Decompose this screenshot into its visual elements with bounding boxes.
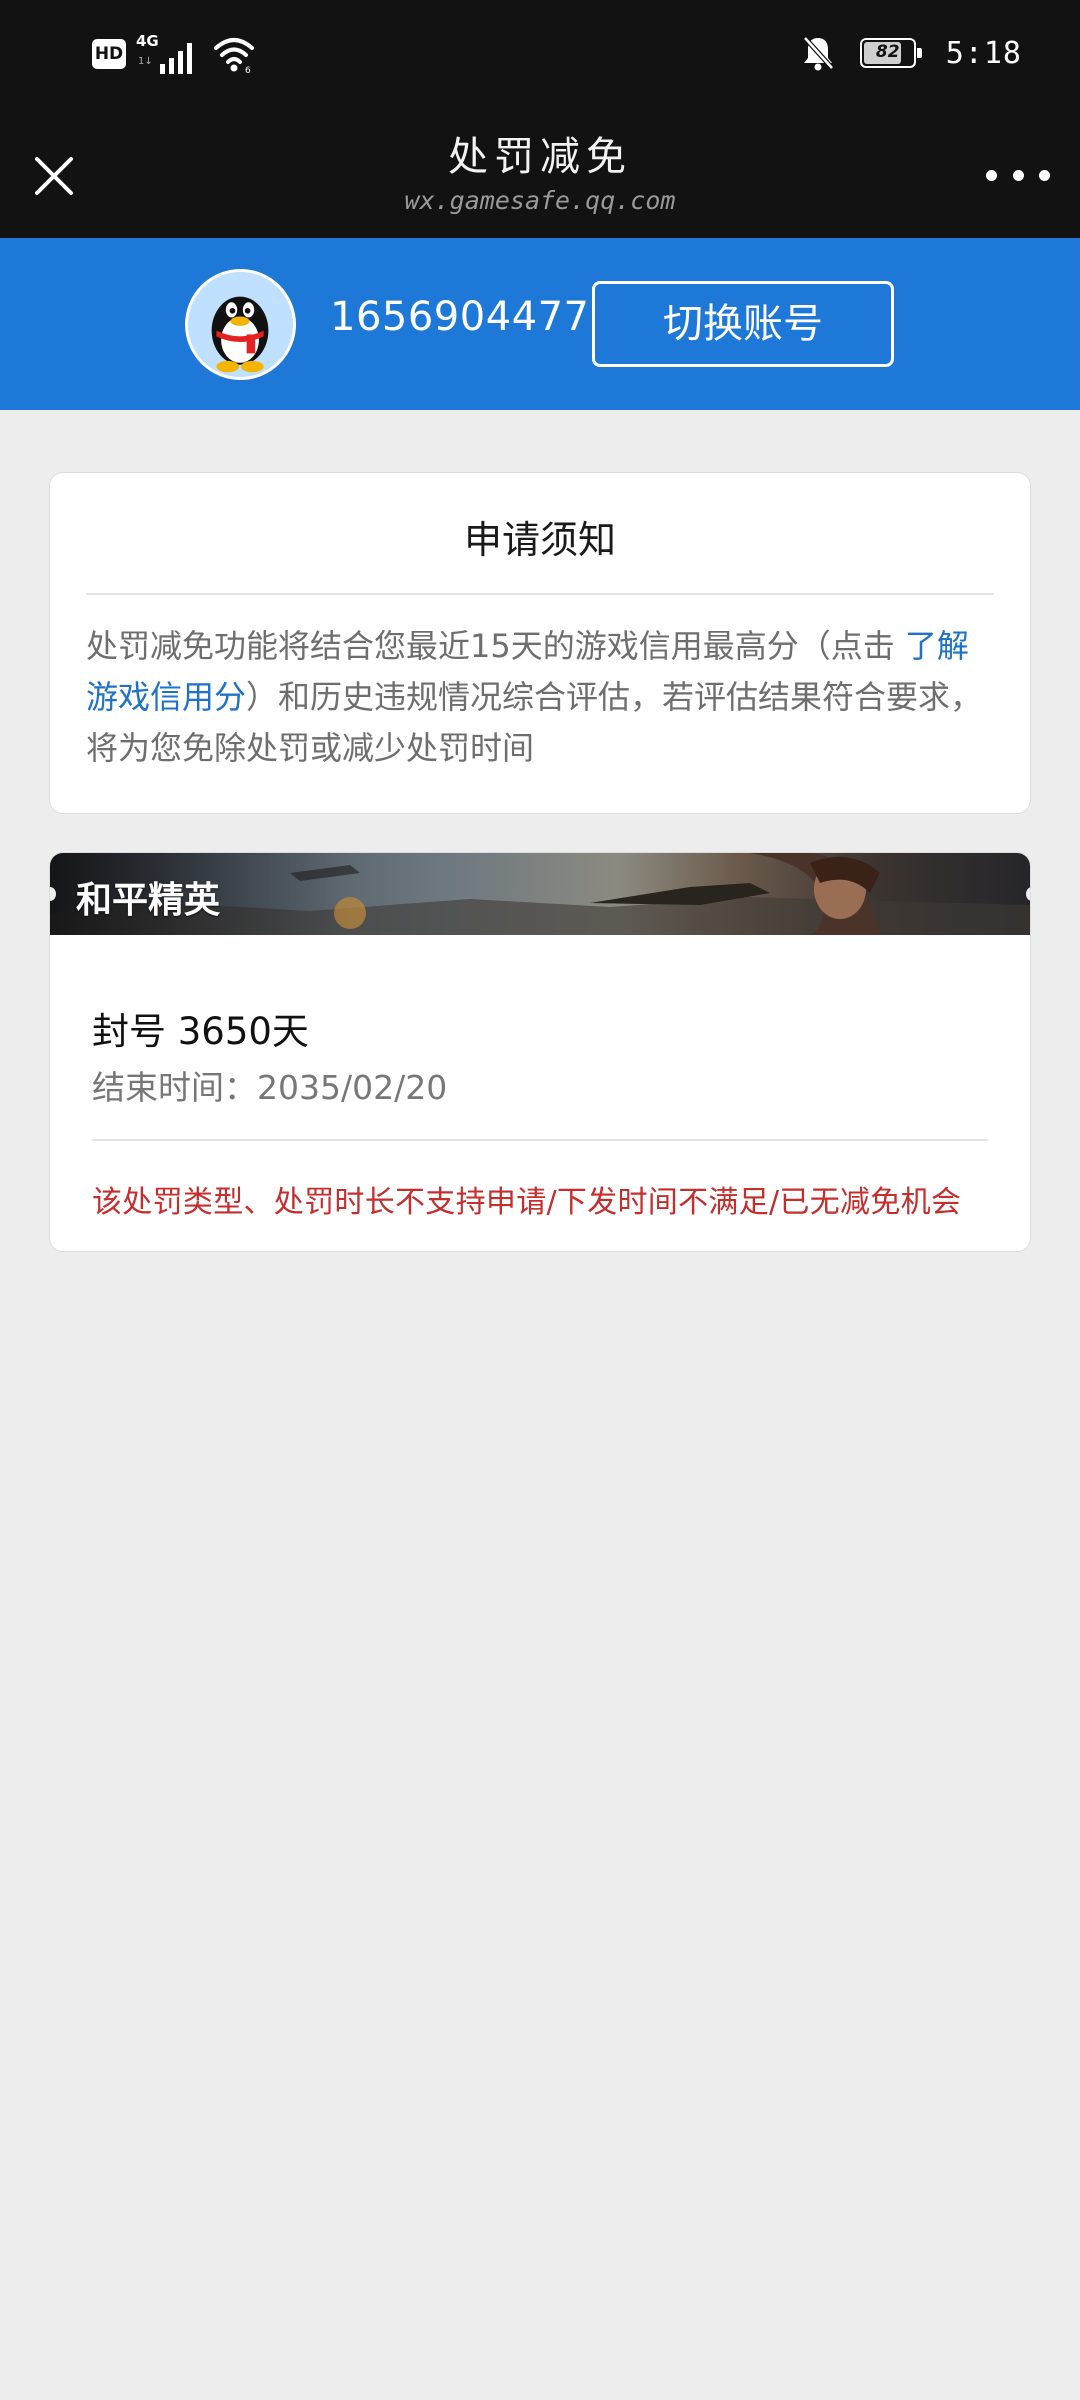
penalty-end-time: 结束时间：2035/02/20 [92,1068,448,1107]
bell-muted-icon [802,36,834,71]
title-bar: 处罚减免 wx.gamesafe.qq.com [0,108,1080,238]
notice-body: 处罚减免功能将结合您最近15天的游戏信用最高分（点击 了解游戏信用分）和历史违规… [86,621,994,774]
page: HD 4G 1↓ 6 82 5:18 处罚减免 wx.gamesafe.qq.c… [0,0,1080,2400]
status-left: HD 4G 1↓ 6 [92,32,256,76]
page-title: 处罚减免 [448,134,632,180]
network-type-label: 4G [136,32,159,50]
battery-cap [916,48,922,58]
wifi-icon: 6 [214,38,254,74]
game-penalty-card: 和平精英 封号 3650天 结束时间：2035/02/20 该处罚类型、处罚时长… [49,852,1031,1252]
more-dot [1012,169,1024,181]
notice-title: 申请须知 [463,518,616,562]
divider [86,593,994,595]
penalty-title: 封号 3650天 [92,1010,309,1053]
ticket-notch [1026,887,1030,901]
battery-percent: 82 [875,42,900,62]
more-dot [986,169,997,181]
network-activity-label: 1↓ [138,56,153,67]
status-right: 82 5:18 [800,30,1022,76]
page-url: wx.gamesafe.qq.com [404,186,676,215]
svg-text:6: 6 [245,66,251,74]
avatar [185,269,296,380]
notice-text-start: 处罚减免功能将结合您最近15天的游戏信用最高分（点击 [86,627,905,665]
account-band: 1656904477 切换账号 [0,238,1080,410]
cellular-indicator: 4G 1↓ [136,32,202,76]
qq-penguin-icon [188,272,293,377]
game-name: 和平精英 [76,880,221,921]
qq-number: 1656904477 [330,294,590,340]
more-icon[interactable] [986,160,1050,190]
notice-card: 申请须知 处罚减免功能将结合您最近15天的游戏信用最高分（点击 了解游戏信用分）… [49,472,1031,814]
more-dot [1039,169,1050,181]
divider [92,1139,988,1141]
switch-account-button[interactable]: 切换账号 [592,281,894,367]
hd-badge: HD [92,39,126,69]
ineligible-notice: 该处罚类型、处罚时长不支持申请/下发时间不满足/已无减免机会 [92,1185,962,1220]
battery-icon: 82 [859,38,922,68]
battery-body: 82 [859,38,922,68]
signal-icon [160,43,192,74]
status-bar: HD 4G 1↓ 6 82 5:18 [0,0,1080,108]
clock: 5:18 [945,35,1022,71]
game-banner: 和平精英 [50,853,1030,935]
